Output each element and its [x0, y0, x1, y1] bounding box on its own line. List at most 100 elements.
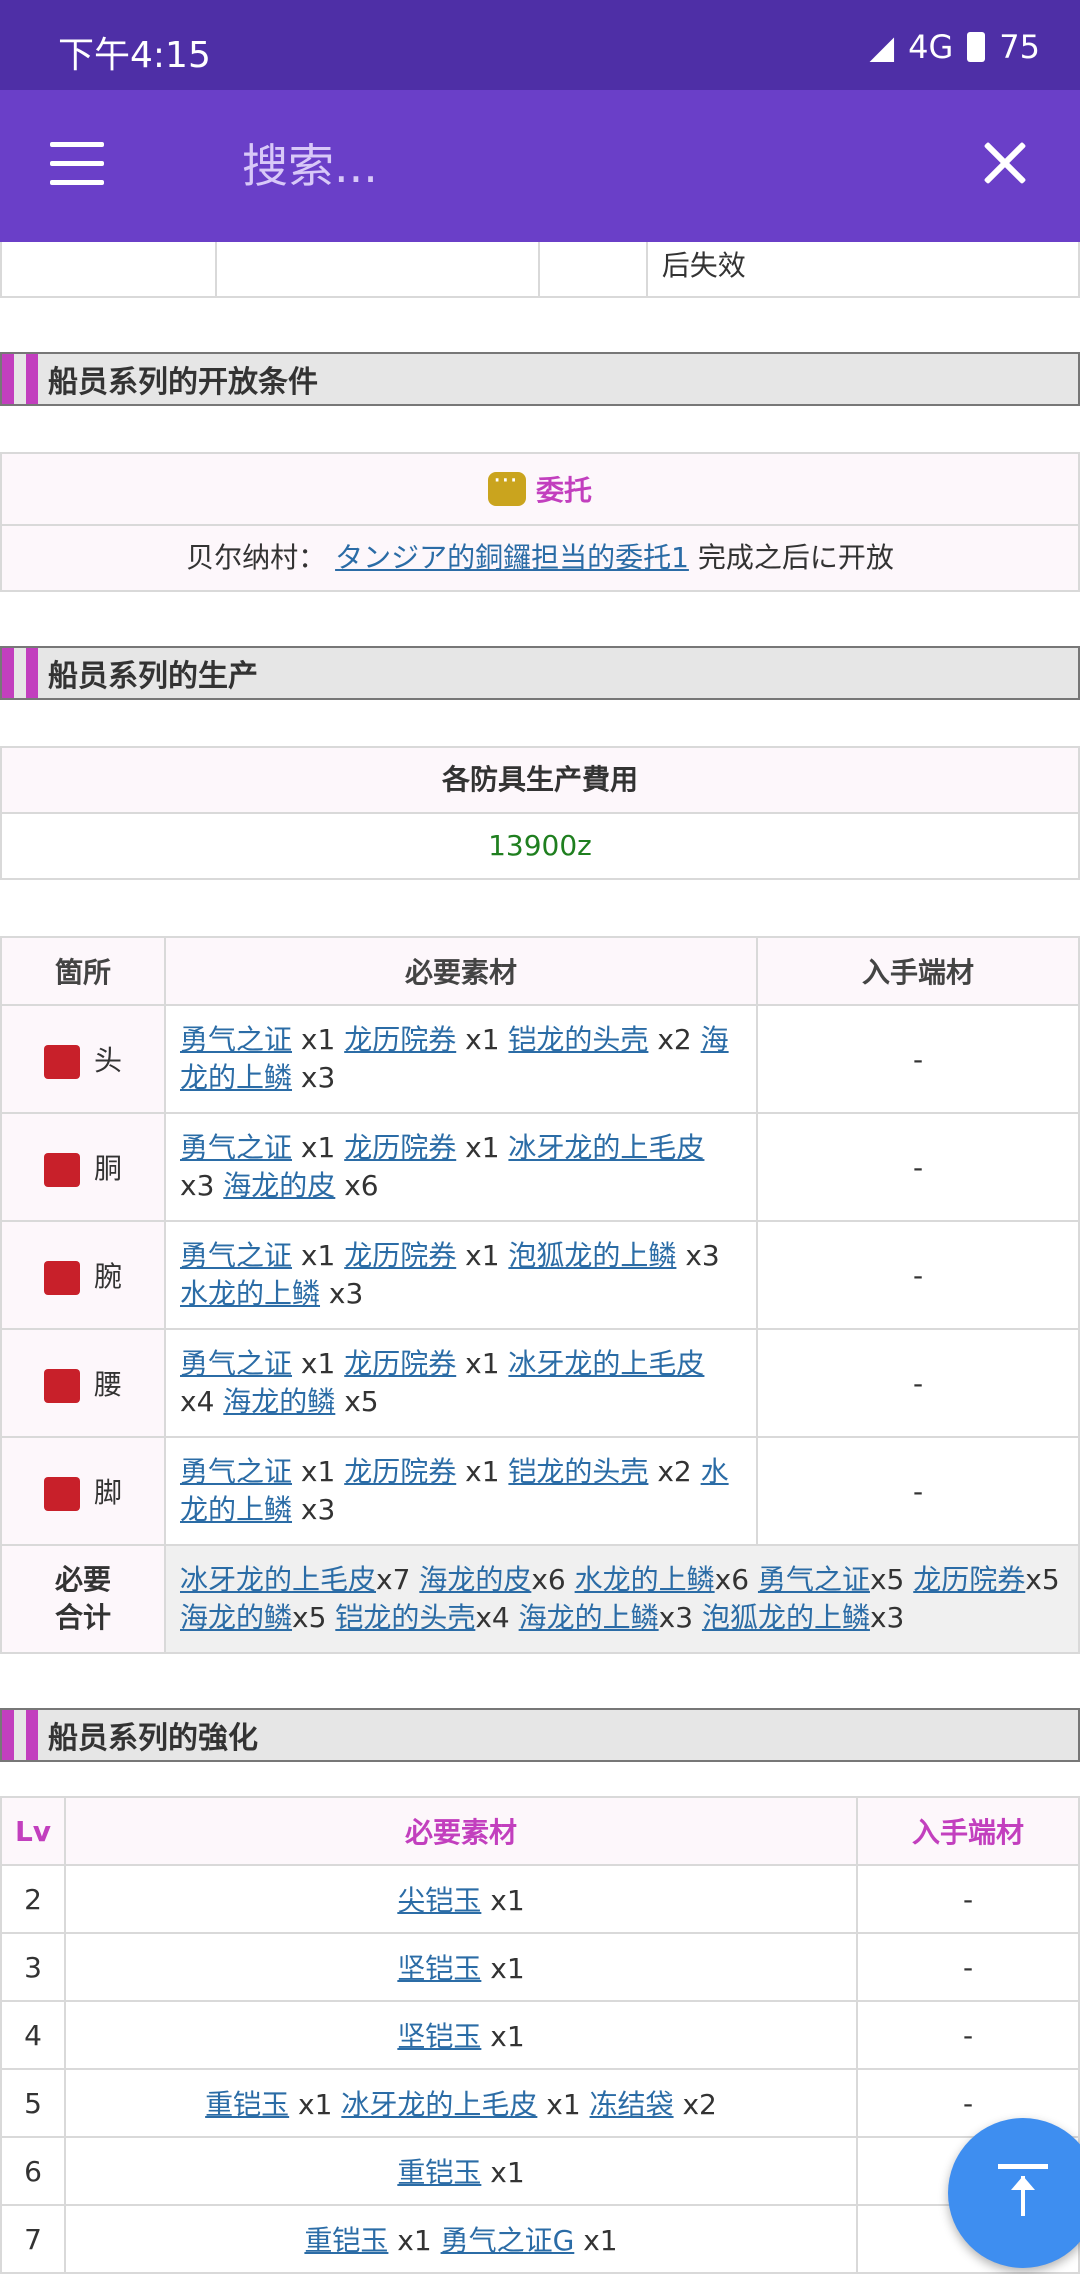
- part-label: 腰: [93, 1368, 122, 1401]
- table-row: 7 重铠玉 x1 勇气之证G x1: [0, 2204, 1080, 2274]
- material-link[interactable]: 海龙的上鳞: [519, 1601, 659, 1634]
- table-row: 头 勇气之证 x1 龙历院券 x1 铠龙的头壳 x2 海龙的上鳞 x3 -: [0, 1004, 1080, 1114]
- close-icon[interactable]: [982, 140, 1028, 186]
- lv-cell: 4: [0, 2000, 66, 2070]
- material-link[interactable]: 尖铠玉: [397, 1884, 481, 1917]
- materials-cell: 重铠玉 x1 冰牙龙的上毛皮 x1 冻结袋 x2: [64, 2068, 858, 2138]
- source-cell: -: [756, 1328, 1080, 1438]
- materials-cell: 勇气之证 x1 龙历院券 x1 冰牙龙的上毛皮 x3 海龙的皮 x6: [164, 1112, 758, 1222]
- material-qty: x3: [869, 1601, 905, 1634]
- material-link[interactable]: 勇气之证: [180, 1347, 292, 1380]
- material-link[interactable]: 铠龙的头壳: [335, 1601, 475, 1634]
- section-enhancement: 船员系列的強化: [0, 1708, 1080, 1762]
- material-qty: x3: [676, 1239, 720, 1272]
- material-link[interactable]: 铠龙的头壳: [508, 1455, 648, 1488]
- material-link[interactable]: 泡狐龙的上鳞: [508, 1239, 676, 1272]
- search-input[interactable]: [240, 130, 944, 202]
- material-qty: x1: [456, 1023, 509, 1056]
- scroll-to-top-icon: [998, 2164, 1048, 2220]
- material-link[interactable]: 水龙的上鳞: [180, 1277, 320, 1310]
- commission-suffix: 完成之后に开放: [697, 541, 894, 574]
- material-qty: x3: [658, 1601, 702, 1634]
- armor-icon: [43, 1477, 80, 1511]
- material-qty: x1: [292, 1023, 345, 1056]
- commission-body: 贝尔纳村： タンジア的銅鑼担当的委托1 完成之后に开放: [2, 524, 1078, 590]
- material-link[interactable]: 龙历院券: [344, 1239, 456, 1272]
- table-row: 6 重铠玉 x1: [0, 2136, 1080, 2206]
- commission-prefix: 贝尔纳村：: [186, 541, 327, 574]
- material-link[interactable]: 龙历院券: [344, 1455, 456, 1488]
- material-link[interactable]: 海龙的鳞: [223, 1385, 335, 1418]
- material-qty: x1: [388, 2224, 441, 2257]
- materials-table: 箇所 必要素材 入手端材 头勇气之证 x1 龙历院券 x1 铠龙的头壳 x2 海…: [0, 936, 1080, 1654]
- material-link[interactable]: 勇气之证: [180, 1131, 292, 1164]
- materials-cell: 勇气之证 x1 龙历院券 x1 铠龙的头壳 x2 海龙的上鳞 x3: [164, 1004, 758, 1114]
- material-link[interactable]: 泡狐龙的上鳞: [702, 1601, 870, 1634]
- material-link[interactable]: 坚铠玉: [397, 2020, 481, 2053]
- prev-cell: [217, 242, 541, 296]
- part-cell: 腰: [0, 1328, 166, 1438]
- source-cell: -: [756, 1004, 1080, 1114]
- lv-cell: 2: [0, 1864, 66, 1934]
- material-link[interactable]: 勇气之证: [180, 1455, 292, 1488]
- material-qty: x1: [292, 1455, 345, 1488]
- material-link[interactable]: 重铠玉: [304, 2224, 388, 2257]
- commission-link[interactable]: タンジア的銅鑼担当的委托1: [335, 541, 689, 574]
- enhance-table: Lv 必要素材 入手端材 2 尖铠玉 x1 -3 坚铠玉 x1 -4 坚铠玉 x1 -…: [0, 1796, 1080, 2274]
- material-link[interactable]: 勇气之证: [180, 1239, 292, 1272]
- material-link[interactable]: 冰牙龙的上毛皮: [508, 1347, 704, 1380]
- material-link[interactable]: 海龙的皮: [223, 1169, 335, 1202]
- material-link[interactable]: 重铠玉: [397, 2156, 481, 2189]
- material-link[interactable]: 铠龙的头壳: [508, 1023, 648, 1056]
- prev-cell-text: 后失效: [661, 249, 746, 282]
- header-source: 入手端材: [756, 936, 1080, 1006]
- material-qty: x2: [648, 1455, 701, 1488]
- material-link[interactable]: 冰牙龙的上毛皮: [508, 1131, 704, 1164]
- material-link[interactable]: 水龙的上鳞: [575, 1563, 715, 1596]
- enhance-header: Lv 必要素材 入手端材: [0, 1796, 1080, 1866]
- material-qty: x1: [456, 1131, 509, 1164]
- material-link[interactable]: 龙历院券: [344, 1131, 456, 1164]
- materials-cell: 坚铠玉 x1: [64, 2000, 858, 2070]
- source-cell: -: [756, 1220, 1080, 1330]
- materials-cell: 勇气之证 x1 龙历院券 x1 泡狐龙的上鳞 x3 水龙的上鳞 x3: [164, 1220, 758, 1330]
- material-link[interactable]: 龙历院券: [344, 1347, 456, 1380]
- material-link[interactable]: 重铠玉: [205, 2088, 289, 2121]
- battery-level: 75: [999, 28, 1040, 66]
- cost-title: 各防具生产費用: [441, 763, 638, 796]
- material-link[interactable]: 海龙的鳞: [180, 1601, 292, 1634]
- materials-cell: 重铠玉 x1: [64, 2136, 858, 2206]
- material-link[interactable]: 冰牙龙的上毛皮: [180, 1563, 376, 1596]
- part-label: 脚: [93, 1476, 122, 1509]
- material-link[interactable]: 勇气之证: [758, 1563, 870, 1596]
- materials-cell: 勇气之证 x1 龙历院券 x1 冰牙龙的上毛皮 x4 海龙的鳞 x5: [164, 1328, 758, 1438]
- material-link[interactable]: 坚铠玉: [397, 1952, 481, 1985]
- total-label: 必要 合计: [0, 1544, 166, 1654]
- material-qty: x1: [456, 1455, 509, 1488]
- commission-box: 委托 贝尔纳村： タンジア的銅鑼担当的委托1 完成之后に开放: [0, 452, 1080, 592]
- cost-value: 13900z: [2, 812, 1078, 878]
- chat-bubble-icon: [487, 466, 526, 506]
- prev-cell: [540, 242, 648, 296]
- material-link[interactable]: 冻结袋: [590, 2088, 674, 2121]
- part-cell: 脚: [0, 1436, 166, 1546]
- material-link[interactable]: 勇气之证G: [441, 2224, 575, 2257]
- app-bar: [0, 90, 1080, 242]
- table-row: 腕 勇气之证 x1 龙历院券 x1 泡狐龙的上鳞 x3 水龙的上鳞 x3 -: [0, 1220, 1080, 1330]
- materials-cell: 勇气之证 x1 龙历院券 x1 铠龙的头壳 x2 水龙的上鳞 x3: [164, 1436, 758, 1546]
- source-cell: -: [756, 1112, 1080, 1222]
- material-link[interactable]: 海龙的皮: [419, 1563, 531, 1596]
- material-qty: x3: [180, 1169, 224, 1202]
- header-lv: Lv: [0, 1796, 66, 1866]
- material-link[interactable]: 勇气之证: [180, 1023, 292, 1056]
- part-label: 胴: [93, 1152, 122, 1185]
- materials-cell: 坚铠玉 x1: [64, 1932, 858, 2002]
- material-link[interactable]: 龙历院券: [913, 1563, 1025, 1596]
- material-link[interactable]: 龙历院券: [344, 1023, 456, 1056]
- material-link[interactable]: 冰牙龙的上毛皮: [341, 2088, 537, 2121]
- hamburger-icon[interactable]: [50, 142, 104, 186]
- materials-cell: 尖铠玉 x1: [64, 1864, 858, 1934]
- lv-cell: 5: [0, 2068, 66, 2138]
- table-row: 3 坚铠玉 x1 -: [0, 1932, 1080, 2002]
- header-part: 箇所: [0, 936, 166, 1006]
